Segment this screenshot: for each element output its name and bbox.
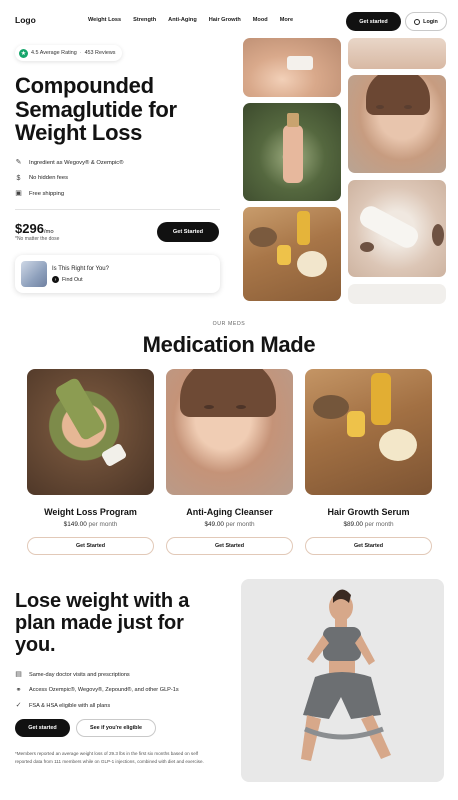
quiz-title: Is This Right for You?: [52, 266, 109, 272]
med-get-started-button[interactable]: Get Started: [27, 537, 154, 555]
plan-title: Lose weight with a plan made just for yo…: [15, 590, 190, 656]
price-unit: /mo: [43, 229, 54, 235]
reviews-text: 453 Reviews: [84, 50, 116, 56]
price: $296/mo: [15, 221, 54, 236]
pill-icon: ✎: [15, 159, 22, 167]
nav-link-strength[interactable]: Strength: [133, 17, 156, 23]
med-price-per: per month: [88, 521, 118, 528]
med-price: $49.00 per month: [166, 521, 293, 528]
rating-text: 4.5 Average Rating: [31, 50, 77, 56]
plan-feature-item: ✓ FSA & HSA eligible with all plans: [15, 698, 179, 714]
plan-feature-text: Same-day doctor visits and prescriptions: [29, 671, 130, 678]
med-price-value: $89.00: [343, 521, 363, 528]
plan-features: ▤ Same-day doctor visits and prescriptio…: [15, 667, 179, 714]
disclaimer: *Members reported an average weight loss…: [15, 751, 204, 764]
med-name: Hair Growth Serum: [327, 507, 410, 517]
feature-text: Free shipping: [29, 190, 65, 197]
find-out-label: Find Out: [62, 276, 83, 283]
box-icon: ▣: [15, 190, 22, 198]
nav-link-weight-loss[interactable]: Weight Loss: [88, 17, 121, 23]
med-image-anti-aging: [166, 369, 293, 495]
user-icon: [414, 18, 421, 25]
med-price-value: $149.00: [63, 521, 87, 528]
nav-links: Weight Loss Strength Anti-Aging Hair Gro…: [88, 17, 305, 23]
nav-get-started-button[interactable]: Get started: [346, 12, 401, 31]
quiz-card[interactable]: Is This Right for You? › Find Out: [15, 255, 220, 293]
med-price: $149.00 per month: [27, 521, 154, 528]
trustpilot-icon: ★: [19, 48, 28, 58]
logo[interactable]: Logo: [15, 15, 36, 25]
check-circle-icon: ✓: [15, 702, 22, 710]
nav-link-hair-growth[interactable]: Hair Growth: [209, 17, 241, 23]
nav-link-mood[interactable]: Mood: [253, 17, 268, 23]
feature-item: ✎ Ingredient as Wegovy® & Ozempic®: [15, 155, 124, 171]
med-card-hair-growth[interactable]: Hair Growth Serum $89.00 per month Get S…: [305, 369, 432, 555]
med-price: $89.00 per month: [305, 521, 432, 528]
med-image-hair-growth: [305, 369, 432, 495]
fitness-model-photo: [241, 579, 444, 782]
feature-text: Ingredient as Wegovy® & Ozempic®: [29, 159, 124, 166]
find-out-link[interactable]: › Find Out: [52, 276, 83, 283]
med-get-started-button[interactable]: Get Started: [166, 537, 293, 555]
med-card-anti-aging[interactable]: Anti-Aging Cleanser $49.00 per month Get…: [166, 369, 293, 555]
link-icon: ⚭: [15, 686, 22, 694]
meds-eyebrow: OUR MEDS: [212, 321, 246, 327]
hero-photo-serum-tray: [243, 207, 341, 301]
med-card-weight-loss[interactable]: Weight Loss Program $149.00 per month Ge…: [27, 369, 154, 555]
hero-features: ✎ Ingredient as Wegovy® & Ozempic® $ No …: [15, 155, 123, 202]
hero-photo-woman-face: [348, 75, 446, 173]
rating-separator: ·: [79, 50, 82, 56]
hero-photo-fabric: [348, 284, 446, 304]
plan-feature-text: FSA & HSA eligible with all plans: [29, 702, 111, 709]
feature-item: ▣ Free shipping: [15, 186, 123, 202]
login-button[interactable]: Login: [405, 12, 447, 31]
med-image-weight-loss: [27, 369, 154, 495]
med-name: Weight Loss Program: [44, 507, 137, 517]
hero-photo-cream-tube: [348, 180, 446, 277]
quiz-thumbnail: [21, 261, 47, 287]
rating-badge: ★ 4.5 Average Rating · 453 Reviews: [15, 45, 123, 61]
meds-title: Medication Made: [142, 332, 316, 357]
arrow-right-icon: ›: [52, 276, 59, 283]
hero-get-started-button[interactable]: Get Started: [157, 222, 219, 242]
med-price-per: per month: [225, 521, 255, 528]
nav-link-anti-aging[interactable]: Anti-Aging: [168, 17, 197, 23]
price-value: $296: [15, 221, 44, 236]
plan-feature-item: ⚭ Access Ozempic®, Wegovy®, Zepound®, an…: [15, 683, 179, 699]
eligibility-button[interactable]: See if you're eligible: [76, 719, 156, 737]
med-get-started-button[interactable]: Get Started: [305, 537, 432, 555]
plan-feature-item: ▤ Same-day doctor visits and prescriptio…: [15, 667, 179, 683]
plan-get-started-button[interactable]: Get started: [15, 719, 70, 737]
med-price-value: $49.00: [204, 521, 224, 528]
feature-text: No hidden fees: [29, 175, 68, 182]
med-name: Anti-Aging Cleanser: [186, 507, 273, 517]
hero-photo-skin: [348, 38, 446, 69]
hero-divider: [15, 209, 220, 210]
med-price-per: per month: [364, 521, 394, 528]
price-note: *No matter the dose: [15, 236, 60, 242]
hero-photo-hand-cream: [243, 38, 341, 97]
nav-link-more[interactable]: More: [280, 17, 293, 23]
feature-item: $ No hidden fees: [15, 171, 123, 187]
top-nav: Logo Weight Loss Strength Anti-Aging Hai…: [0, 0, 458, 42]
hero-title: Compounded Semaglutide for Weight Loss: [15, 73, 177, 145]
hero-photo-serum-leaves: [243, 103, 341, 201]
plan-feature-text: Access Ozempic®, Wegovy®, Zepound®, and …: [29, 687, 179, 694]
calendar-icon: ▤: [15, 671, 22, 679]
login-label: Login: [423, 18, 438, 25]
fitness-model-illustration: [301, 589, 391, 761]
dollar-icon: $: [16, 174, 21, 182]
